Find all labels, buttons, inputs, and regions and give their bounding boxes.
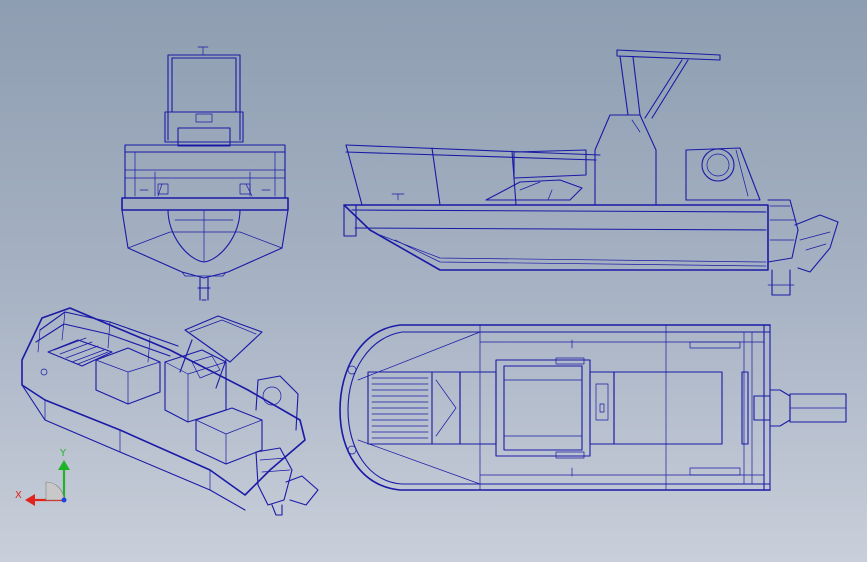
x-axis-label: X xyxy=(15,490,22,501)
x-arrowhead-icon xyxy=(25,494,35,506)
front-view xyxy=(121,46,289,301)
cad-viewport[interactable]: Y X xyxy=(0,0,867,562)
z-axis-point xyxy=(61,497,67,503)
side-view xyxy=(343,49,839,296)
axis-triad[interactable]: Y X xyxy=(15,448,70,506)
y-axis-label: Y xyxy=(59,448,67,459)
isometric-view xyxy=(21,307,319,516)
triad-plane-icon xyxy=(45,481,65,501)
y-arrowhead-icon xyxy=(58,460,70,470)
top-view xyxy=(339,324,847,491)
drawing-canvas: Y X xyxy=(15,46,847,516)
